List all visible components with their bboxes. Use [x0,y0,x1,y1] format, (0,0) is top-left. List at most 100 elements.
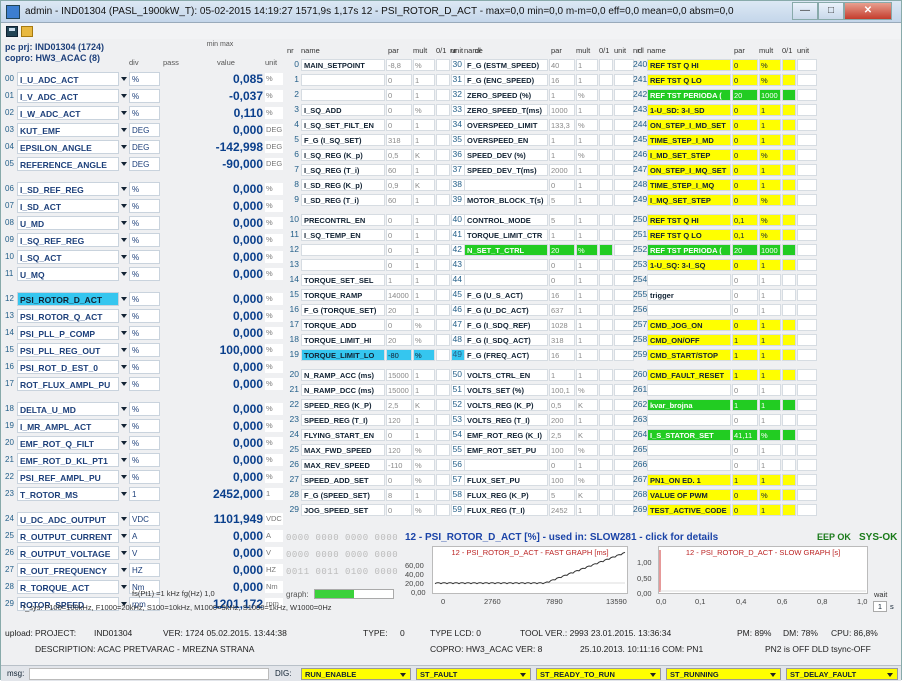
signal-row[interactable]: 18 DELTA_U_MD% 0,000% [5,401,283,418]
signal-row[interactable]: 19 I_MR_AMPL_ACT% 0,000% [5,418,283,435]
signal-row[interactable]: 05 REFERENCE_ANGLE DEG -90,000 DEG [5,156,283,173]
param-multiplier[interactable]: 1 [759,334,781,346]
param-name[interactable]: MAIN_SETPOINT [301,59,385,71]
param-multiplier[interactable]: 1 [759,349,781,361]
chevron-down-icon[interactable] [121,475,127,479]
param-value[interactable]: 16 [549,289,575,301]
param-name[interactable] [464,179,548,191]
param-value[interactable]: 41,11 [732,429,758,441]
param-binary-flag[interactable] [436,104,450,116]
close-button[interactable]: ✕ [844,2,892,20]
param-multiplier[interactable]: % [576,119,598,131]
param-multiplier[interactable]: 1 [576,164,598,176]
param-name[interactable]: F_G (I_SDQ_REF) [464,319,548,331]
param-unit[interactable] [614,504,634,516]
chevron-down-icon[interactable] [121,517,127,521]
param-row[interactable]: 15 TORQUE_RAMP 14000 1 [287,289,473,301]
param-binary-flag[interactable] [599,179,613,191]
param-value[interactable]: 15000 [386,369,412,381]
param-multiplier[interactable]: % [576,89,598,101]
param-binary-flag[interactable] [599,414,613,426]
param-binary-flag[interactable] [782,399,796,411]
chevron-down-icon[interactable] [121,458,127,462]
param-name[interactable]: OVERSPEED_LIMIT [464,119,548,131]
signal-row[interactable]: 02 I_W_ADC_ACT% 0,110% [5,105,283,122]
signal-name[interactable]: DELTA_U_MD [17,402,119,416]
param-unit[interactable] [797,429,817,441]
param-unit[interactable] [614,119,634,131]
param-value[interactable]: 1 [549,89,575,101]
param-value[interactable]: 0 [386,104,412,116]
param-name[interactable] [647,459,731,471]
param-value[interactable]: 20 [386,304,412,316]
param-value[interactable]: 2,5 [549,429,575,441]
signal-name[interactable]: I_SQ_REF_REG [17,233,119,247]
chevron-down-icon[interactable] [121,331,127,335]
param-row[interactable]: 59 FLUX_REG (T_I) 2452 1 [450,504,636,516]
param-value[interactable]: 20 [732,244,758,256]
signal-div-unit[interactable]: VDC [129,512,160,526]
param-name[interactable]: TORQUE_LIMIT_LO [301,349,385,361]
param-row[interactable]: 35 OVERSPEED_EN 1 1 [450,134,636,146]
signal-name[interactable]: R_OUTPUT_VOLTAGE [17,546,119,560]
param-binary-flag[interactable] [599,319,613,331]
param-value[interactable]: 0 [386,259,412,271]
signal-div-unit[interactable]: DEG [129,123,160,137]
param-binary-flag[interactable] [782,214,796,226]
param-name[interactable]: SPEED_DEV_T(ms) [464,164,548,176]
param-unit[interactable] [614,179,634,191]
param-row[interactable]: 19 TORQUE_LIMIT_LO -80% [287,349,473,361]
param-row[interactable]: 267 PN1_ON ED. 111 [633,474,819,486]
signal-row[interactable]: 04 EPSILON_ANGLE DEG -142,998 DEG [5,139,283,156]
param-row[interactable]: 30 F_G (ESTM_SPEED) 40 1 [450,59,636,71]
param-value[interactable]: 0 [549,274,575,286]
dig-select-4[interactable]: ST_RUNNING [666,668,781,680]
param-binary-flag[interactable] [436,89,450,101]
param-row[interactable]: 33 ZERO_SPEED_T(ms) 1000 1 [450,104,636,116]
param-binary-flag[interactable] [599,459,613,471]
param-name[interactable]: I_MQ_SET_STEP [647,194,731,206]
param-multiplier[interactable]: % [413,319,435,331]
signal-name[interactable]: PSI_ROT_D_EST_0 [17,360,119,374]
param-row[interactable]: 23 SPEED_REG (T_I) 120 1 [287,414,473,426]
param-row[interactable]: 0 MAIN_SETPOINT -8,8% [287,59,473,71]
signal-row[interactable]: 20 EMF_ROT_Q_FILT% 0,000% [5,435,283,452]
minimize-button[interactable]: — [792,2,818,20]
signal-name[interactable]: EMF_ROT_Q_FILT [17,436,119,450]
param-multiplier[interactable]: 1 [576,414,598,426]
param-name[interactable] [301,259,385,271]
param-row[interactable]: 25 MAX_FWD_SPEED 120% [287,444,473,456]
param-multiplier[interactable]: 1 [576,104,598,116]
chevron-down-icon[interactable] [121,441,127,445]
param-row[interactable]: 244 ON_STEP_I_MD_SET 0 1 [633,119,819,131]
chevron-down-icon[interactable] [121,145,127,149]
param-multiplier[interactable]: % [759,214,781,226]
param-binary-flag[interactable] [599,119,613,131]
param-name[interactable]: I_S_STATOR_SET [647,429,731,441]
param-value[interactable]: 200 [549,414,575,426]
signal-row[interactable]: 17 ROT_FLUX_AMPL_PU% 0,000% [5,376,283,393]
dig-select-2[interactable]: ST_FAULT [416,668,531,680]
param-multiplier[interactable]: K [576,489,598,501]
param-value[interactable]: 0 [732,384,758,396]
param-name[interactable] [464,259,548,271]
param-unit[interactable] [797,119,817,131]
param-value[interactable]: 20 [549,244,575,256]
param-name[interactable]: TORQUE_RAMP [301,289,385,301]
param-multiplier[interactable]: % [413,459,435,471]
param-value[interactable]: 0 [732,59,758,71]
param-value[interactable]: 0 [549,179,575,191]
param-multiplier[interactable]: 1 [759,444,781,456]
param-multiplier[interactable]: 1 [413,164,435,176]
param-row[interactable]: 7 I_SQ_REG (T_i) 60 1 [287,164,473,176]
param-name[interactable]: PRECONTRL_EN [301,214,385,226]
param-name[interactable]: trigger [647,289,731,301]
param-row[interactable]: 266 0 1 [633,459,819,471]
param-row[interactable]: 50 VOLTS_CTRL_EN 1 1 [450,369,636,381]
param-unit[interactable] [797,369,817,381]
signal-div-unit[interactable]: % [129,233,160,247]
param-value[interactable]: 100,1 [549,384,575,396]
param-row[interactable]: 261 0 1 [633,384,819,396]
param-unit[interactable] [614,289,634,301]
param-multiplier[interactable]: % [413,104,435,116]
